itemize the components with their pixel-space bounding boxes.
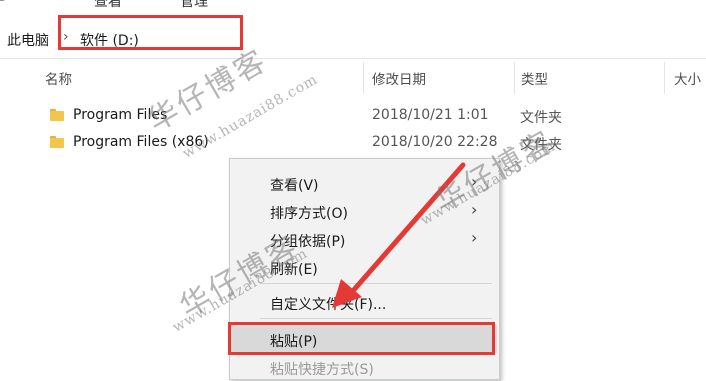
file-name: Program Files (x86): [73, 134, 209, 150]
menu-item-label: 分组依据(P): [270, 234, 346, 250]
breadcrumb-drive-d[interactable]: 软件 (D:): [80, 30, 139, 50]
menu-item-refresh[interactable]: 刷新(E): [230, 253, 497, 281]
context-menu: 查看(V) › 排序方式(O) › 分组依据(P) › 刷新(E) 自定义文件夹…: [229, 158, 500, 380]
column-header-modified[interactable]: 修改日期: [372, 68, 426, 88]
menu-divider: [260, 318, 492, 319]
menu-item-customize-folder[interactable]: 自定义文件夹(F)...: [230, 288, 497, 316]
menu-item-label: 排序方式(O): [270, 206, 348, 222]
ribbon-tab-fragment: =: [0, 0, 6, 7]
file-name: Program Files: [73, 107, 168, 123]
folder-icon: [50, 109, 64, 121]
menu-item-label: 粘贴快捷方式(S): [270, 362, 374, 378]
column-header-type[interactable]: 类型: [521, 68, 548, 88]
menu-item-group-by[interactable]: 分组依据(P) ›: [230, 225, 497, 253]
chevron-right-icon[interactable]: ›: [63, 29, 69, 45]
tab-view[interactable]: 查看: [94, 0, 122, 11]
breadcrumb-this-pc[interactable]: 此电脑: [7, 30, 49, 50]
chevron-right-icon: ›: [471, 228, 478, 247]
menu-item-view[interactable]: 查看(V) ›: [230, 169, 497, 197]
menu-item-label: 自定义文件夹(F)...: [270, 297, 387, 313]
file-modified: 2018/10/21 1:01: [372, 107, 489, 123]
menu-divider: [260, 283, 492, 284]
chevron-right-icon: ›: [471, 200, 478, 219]
file-type: 文件夹: [520, 110, 562, 126]
menu-item-sort-by[interactable]: 排序方式(O) ›: [230, 197, 497, 225]
file-modified: 2018/10/20 22:28: [372, 134, 498, 150]
folder-icon: [50, 136, 64, 148]
menu-item-label: 查看(V): [270, 178, 319, 194]
column-divider[interactable]: [514, 62, 515, 94]
file-type: 文件夹: [520, 137, 562, 153]
menu-item-label: 粘贴(P): [270, 334, 318, 350]
menu-item-paste[interactable]: 粘贴(P): [230, 325, 497, 353]
column-divider[interactable]: [363, 62, 364, 94]
table-row[interactable]: Program Files 2018/10/21 1:01 文件夹: [0, 105, 706, 131]
menu-item-label: 刷新(E): [270, 262, 318, 278]
column-header-size[interactable]: 大小: [674, 68, 701, 88]
column-header-name[interactable]: 名称: [45, 68, 72, 88]
menu-item-paste-shortcut[interactable]: 粘贴快捷方式(S): [230, 353, 497, 381]
chevron-right-icon: ›: [471, 172, 478, 191]
table-row[interactable]: Program Files (x86) 2018/10/20 22:28 文件夹: [0, 132, 706, 158]
address-bar[interactable]: 此电脑 › 软件 (D:): [0, 18, 706, 59]
tab-manage[interactable]: 管理: [180, 0, 208, 11]
ribbon-tabs: = 查看 管理: [0, 0, 706, 12]
column-divider[interactable]: [664, 62, 665, 94]
